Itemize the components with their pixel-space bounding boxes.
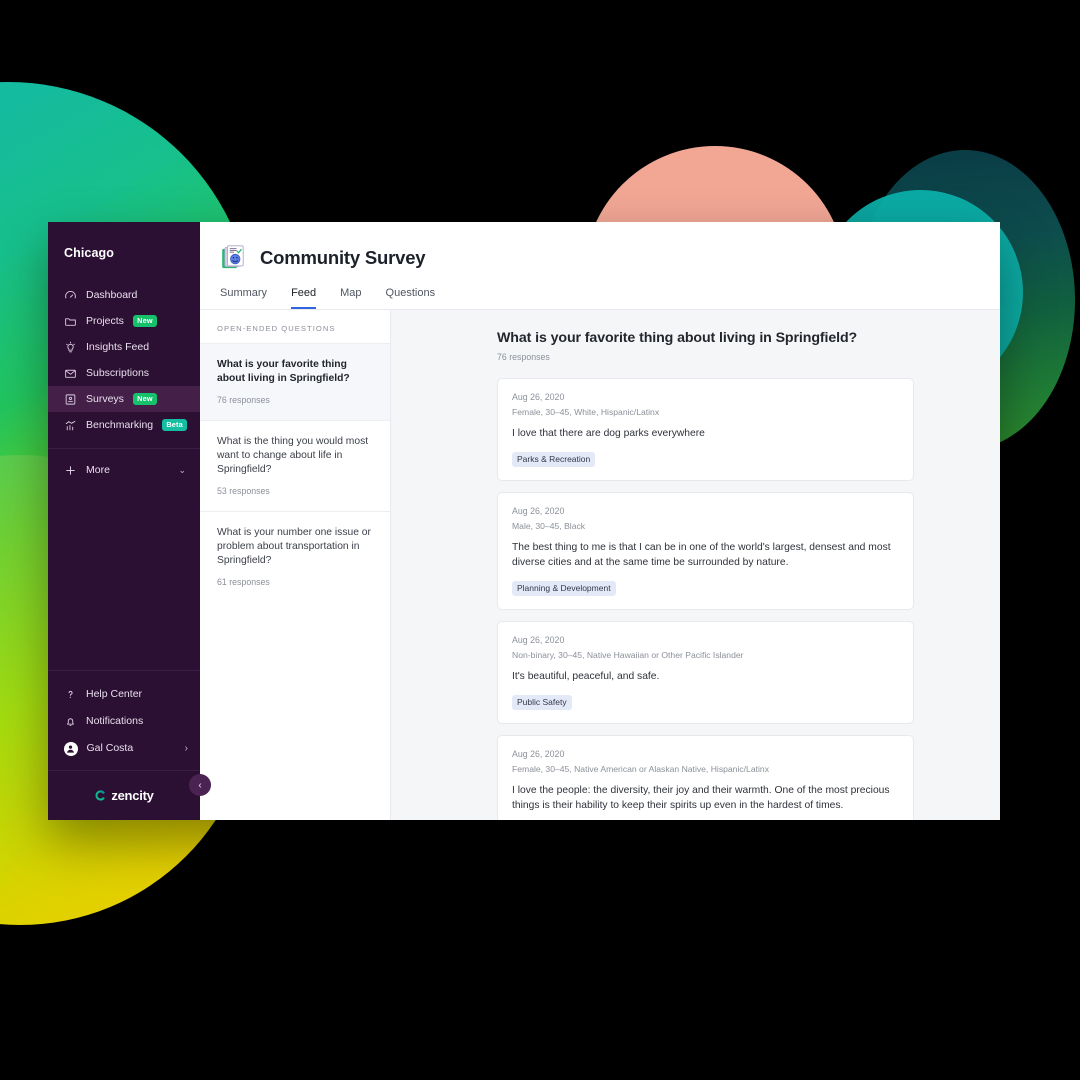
response-feed-panel[interactable]: What is your favorite thing about living…	[391, 310, 1000, 820]
chevron-right-icon: ›	[184, 742, 188, 754]
response-tag[interactable]: Parks & Recreation	[512, 451, 596, 468]
question-text: What is your favorite thing about living…	[217, 359, 350, 384]
tab-bar: Summary Feed Map Questions	[200, 272, 1000, 309]
sidebar-item-help-center[interactable]: Help Center	[48, 681, 200, 708]
tab-questions[interactable]: Questions	[386, 288, 436, 309]
sidebar-divider	[48, 448, 200, 449]
badge-new: New	[132, 315, 157, 327]
survey-document-icon	[222, 245, 244, 269]
sidebar-item-dashboard[interactable]: Dashboard	[48, 282, 200, 308]
response-demographics: Male, 30–45, Black	[512, 521, 586, 532]
response-tag[interactable]: Planning & Development	[512, 580, 616, 597]
sidebar-item-benchmarking[interactable]: Benchmarking Beta	[48, 412, 200, 438]
app-window: Chicago Dashboard Projects New Insights …	[48, 222, 1000, 820]
response-date: Aug 26, 2020	[512, 749, 565, 760]
question-list-item[interactable]: What is the thing you would most want to…	[200, 420, 390, 511]
question-list-item[interactable]: What is your number one issue or problem…	[200, 511, 390, 602]
sidebar-item-label: Benchmarking	[86, 418, 154, 431]
response-card-list: Aug 26, 2020 Female, 30–45, White, Hispa…	[497, 378, 914, 820]
tab-summary[interactable]: Summary	[220, 288, 267, 309]
response-text: The best thing to me is that I can be in…	[512, 542, 891, 568]
response-card[interactable]: Aug 26, 2020 Female, 30–45, Native Ameri…	[497, 735, 914, 820]
question-mark-icon	[64, 688, 77, 701]
tab-map[interactable]: Map	[340, 288, 361, 309]
badge-new: New	[132, 393, 157, 405]
sidebar-item-label: Subscriptions	[86, 366, 150, 379]
sidebar-item-label: Insights Feed	[86, 340, 150, 353]
question-list-panel: OPEN-ENDED QUESTIONS What is your favori…	[200, 310, 391, 820]
sidebar-item-label: Surveys	[86, 392, 124, 405]
question-text: What is the thing you would most want to…	[217, 436, 369, 475]
chevron-left-icon: ‹	[198, 779, 202, 791]
sidebar-item-projects[interactable]: Projects New	[48, 308, 200, 334]
sidebar-item-insights-feed[interactable]: Insights Feed	[48, 334, 200, 360]
brand-bar: zencity	[48, 770, 200, 820]
question-response-count: 61 responses	[217, 577, 270, 587]
feed-question-title: What is your favorite thing about living…	[497, 330, 858, 346]
sidebar-item-label: Notifications	[86, 715, 144, 728]
speedometer-icon	[64, 289, 77, 302]
question-list-item[interactable]: What is your favorite thing about living…	[200, 343, 390, 420]
sidebar-collapse-button[interactable]: ‹	[189, 774, 211, 796]
sidebar-nav: Dashboard Projects New Insights Feed Sub…	[48, 282, 200, 483]
response-card[interactable]: Aug 26, 2020 Non-binary, 30–45, Native H…	[497, 621, 914, 725]
zencity-logo-mark	[95, 790, 106, 801]
sidebar-item-subscriptions[interactable]: Subscriptions	[48, 360, 200, 386]
sidebar-item-more[interactable]: More ⌄	[48, 457, 200, 483]
question-list-section-label: OPEN-ENDED QUESTIONS	[217, 324, 336, 333]
response-tag[interactable]: Public Safety	[512, 694, 572, 711]
bell-icon	[64, 715, 77, 728]
sidebar-item-notifications[interactable]: Notifications	[48, 708, 200, 735]
page-background: Chicago Dashboard Projects New Insights …	[0, 0, 1080, 1080]
folder-icon	[64, 315, 77, 328]
user-name: Gal Costa	[86, 742, 134, 755]
sidebar-item-label: Projects	[86, 314, 124, 327]
sidebar-item-user[interactable]: Gal Costa ›	[48, 735, 200, 762]
bar-chart-icon	[64, 419, 77, 432]
tab-feed[interactable]: Feed	[291, 288, 317, 309]
badge-beta: Beta	[162, 419, 188, 431]
sidebar-item-label: Dashboard	[86, 288, 138, 301]
organization-name: Chicago	[64, 246, 115, 260]
sidebar-item-label: More	[86, 463, 110, 476]
envelope-icon	[64, 367, 77, 380]
response-demographics: Female, 30–45, Native American or Alaska…	[512, 764, 769, 775]
response-demographics: Female, 30–45, White, Hispanic/Latinx	[512, 407, 660, 417]
response-text: I love that there are dog parks everywhe…	[512, 428, 705, 439]
page-title: Community Survey	[260, 247, 426, 268]
response-text: It's beautiful, peaceful, and safe.	[512, 671, 660, 683]
content-body: OPEN-ENDED QUESTIONS What is your favori…	[200, 310, 1000, 820]
sidebar-item-label: Help Center	[86, 688, 143, 701]
title-row: Community Survey	[200, 244, 1000, 272]
response-date: Aug 26, 2020	[512, 506, 565, 517]
response-text: I love the people: the diversity, their …	[512, 785, 890, 812]
response-card[interactable]: Aug 26, 2020 Female, 30–45, White, Hispa…	[497, 378, 914, 482]
avatar	[63, 741, 78, 756]
brand-name: zencity	[111, 788, 154, 803]
lightbulb-icon	[64, 341, 77, 354]
survey-form-icon	[64, 393, 77, 406]
question-text: What is your number one issue or problem…	[217, 527, 371, 566]
chevron-down-icon: ⌄	[178, 464, 186, 475]
sidebar-bottom-nav: Help Center Notifications Gal Costa ›	[48, 670, 200, 770]
sidebar: Chicago Dashboard Projects New Insights …	[48, 222, 211, 820]
plus-icon	[64, 464, 77, 477]
response-card[interactable]: Aug 26, 2020 Male, 30–45, Black The best…	[497, 492, 914, 611]
question-response-count: 76 responses	[217, 395, 270, 405]
feed-response-count: 76 responses	[497, 352, 550, 362]
main-content: Community Survey Summary Feed Map Questi…	[200, 222, 1000, 820]
page-header: Community Survey Summary Feed Map Questi…	[200, 222, 1000, 310]
sidebar-item-surveys[interactable]: Surveys New	[48, 386, 200, 412]
response-date: Aug 26, 2020	[512, 392, 565, 402]
response-date: Aug 26, 2020	[512, 635, 565, 646]
question-response-count: 53 responses	[217, 486, 270, 496]
response-demographics: Non-binary, 30–45, Native Hawaiian or Ot…	[512, 650, 744, 661]
